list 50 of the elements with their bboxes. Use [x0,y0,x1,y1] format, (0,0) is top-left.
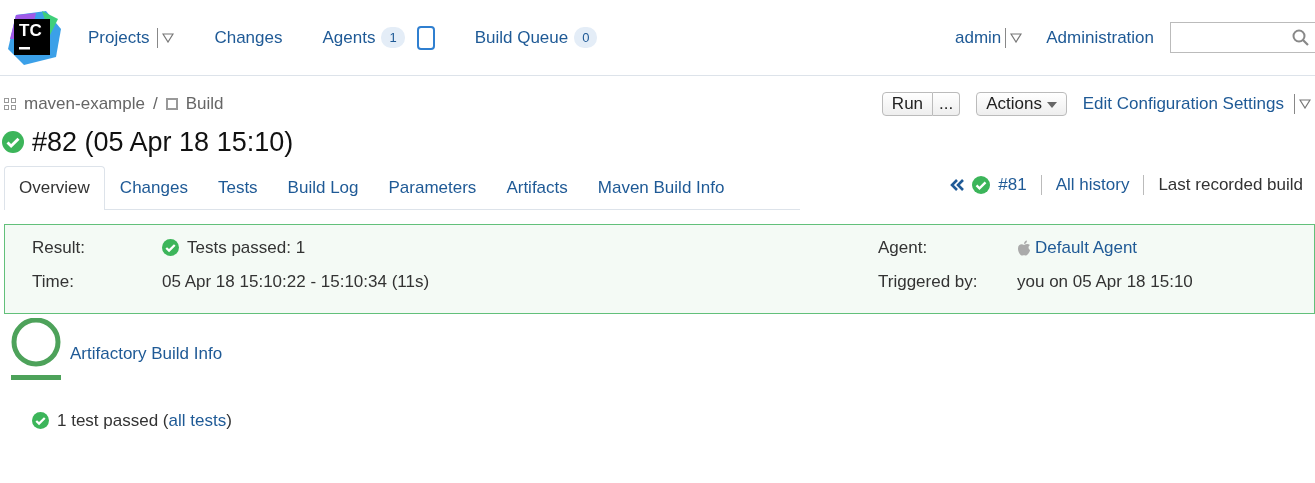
field-label: Result: [32,236,86,259]
nav-link-item[interactable]: Changes [214,24,283,51]
tab[interactable]: Changes [104,166,203,209]
time-text: 05 Apr 18 15:10:22 - 15:10:34 (11s) [162,270,430,293]
tab[interactable]: Parameters [373,166,492,209]
dropdown-icon[interactable] [1299,99,1311,109]
result-text: Tests passed: 1 [187,236,306,259]
more-button[interactable]: ... [933,92,961,116]
count-badge: 0 [574,26,598,49]
triggered-text: you on 05 Apr 18 15:10 [1017,270,1193,293]
nav-link-item[interactable]: Projects [88,24,150,51]
tab[interactable]: Tests [202,166,273,209]
run-button[interactable]: Run [881,92,934,116]
build-config-icon [165,98,178,110]
agent-icon[interactable] [416,25,435,50]
previous-build-link[interactable]: #81 [998,172,1027,198]
tab[interactable]: Overview [4,166,105,210]
tab[interactable]: Build Log [272,166,374,209]
logo[interactable]: TC [6,8,64,67]
tab[interactable]: Artifacts [491,166,583,209]
artifactory-icon [10,317,62,382]
project-icon [4,97,17,111]
all-tests-link[interactable]: all tests [168,410,227,430]
breadcrumb-separator: / [152,93,158,116]
field-label: Time: [32,270,75,293]
nav-link-item[interactable]: Build Queue [474,24,569,51]
last-recorded-label: Last recorded build [1158,174,1303,196]
artifactory-link[interactable]: Artifactory Build Info [70,340,223,367]
agent-link[interactable]: Default Agent [1035,234,1138,261]
dropdown-icon[interactable] [1010,32,1023,43]
caret-icon [1046,101,1057,108]
administration-link[interactable]: Administration [1046,24,1154,51]
nav-link-item[interactable]: Agents [322,24,376,51]
edit-settings-link[interactable]: Edit Configuration Settings [1082,91,1284,117]
search-icon [1292,29,1309,46]
field-label: Agent: [878,236,929,259]
breadcrumb-link[interactable]: maven-example [24,91,145,117]
dropdown-icon[interactable] [162,32,175,43]
field-label: Triggered by: [878,270,979,293]
build-title: #82 (05 Apr 18 15:10) [32,125,294,159]
search-field[interactable] [1170,22,1315,53]
count-badge: 1 [381,26,405,49]
actions-button[interactable]: Actions [976,92,1067,116]
previous-icon[interactable] [950,178,965,191]
test-summary-text: 1 test passed (all tests) [57,409,232,432]
apple-icon [1017,239,1031,256]
breadcrumb-link[interactable]: Build [185,91,224,117]
tab[interactable]: Maven Build Info [582,166,740,209]
user-menu-link[interactable]: admin [954,24,1002,51]
all-history-link[interactable]: All history [1055,172,1130,198]
